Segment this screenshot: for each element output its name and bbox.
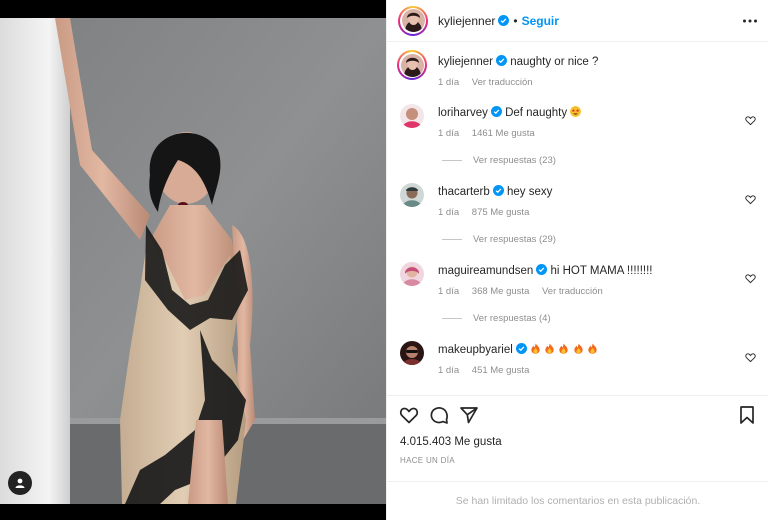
author-username[interactable]: kyliejenner <box>438 14 495 28</box>
like-comment-heart-icon[interactable] <box>745 352 756 363</box>
comment-time[interactable]: 1 día <box>438 365 459 376</box>
view-replies-label: Ver respuestas (4) <box>473 313 551 324</box>
post-header: kyliejenner • Seguir <box>387 0 768 42</box>
verified-badge-icon <box>536 264 548 275</box>
caption-author-avatar[interactable] <box>397 50 427 80</box>
verified-badge-icon <box>492 185 504 196</box>
comment-time[interactable]: 1 día <box>438 286 459 297</box>
like-comment-heart-icon[interactable] <box>745 194 756 205</box>
comment-bubble-icon[interactable] <box>429 405 449 425</box>
verified-badge-icon <box>515 343 527 354</box>
comment-time[interactable]: 1 día <box>438 128 459 139</box>
fire-emoji-icon <box>588 343 597 354</box>
comment-likes[interactable]: 1461 Me gusta <box>472 128 535 139</box>
replies-divider <box>442 239 462 240</box>
save-bookmark-icon[interactable] <box>737 405 757 425</box>
comment-avatar[interactable] <box>400 262 424 286</box>
like-comment-heart-icon[interactable] <box>745 115 756 126</box>
comments-limited-text: Se han limitado los comentarios en esta … <box>455 495 701 507</box>
post-likes-count[interactable]: 4.015.403 Me gusta <box>400 436 502 448</box>
comment-time[interactable]: 1 día <box>438 207 459 218</box>
post-photo[interactable] <box>0 0 386 520</box>
verified-badge-icon <box>495 55 507 66</box>
replies-divider <box>442 318 462 319</box>
comment-username[interactable]: maguireamundsen <box>438 265 533 277</box>
comment-text: Def naughty <box>505 107 568 119</box>
comment-username[interactable]: loriharvey <box>438 107 488 119</box>
view-replies-link[interactable]: Ver respuestas (29) <box>442 234 556 245</box>
comment-username[interactable]: thacarterb <box>438 186 490 198</box>
author-avatar[interactable] <box>398 5 428 36</box>
fire-emoji-row <box>530 343 598 356</box>
post-side-panel: kyliejenner • Seguir kyliejenner naughty… <box>386 0 768 520</box>
like-heart-icon[interactable] <box>399 405 419 425</box>
fire-emoji-icon <box>545 343 554 354</box>
comments-list[interactable]: kyliejenner naughty or nice ? 1 día Ver … <box>387 43 768 395</box>
caption-username[interactable]: kyliejenner <box>438 56 493 68</box>
post-actions: 4.015.403 Me gusta HACE UN DÍA <box>387 395 768 481</box>
instagram-post: kyliejenner • Seguir kyliejenner naughty… <box>0 0 768 520</box>
comment-avatar[interactable] <box>400 341 424 365</box>
comments-limited-notice: Se han limitado los comentarios en esta … <box>387 481 768 520</box>
author-avatar-image <box>401 9 425 32</box>
view-replies-link[interactable]: Ver respuestas (4) <box>442 313 551 324</box>
replies-divider <box>442 160 462 161</box>
share-send-icon[interactable] <box>459 405 479 425</box>
comment-translate-link[interactable]: Ver traducción <box>542 286 603 297</box>
comment-likes[interactable]: 875 Me gusta <box>472 207 530 218</box>
view-replies-label: Ver respuestas (29) <box>473 234 556 245</box>
like-comment-heart-icon[interactable] <box>745 273 756 284</box>
fire-emoji-icon <box>531 343 540 354</box>
view-replies-link[interactable]: Ver respuestas (23) <box>442 155 556 166</box>
caption-translate-link[interactable]: Ver traducción <box>472 77 533 88</box>
comment-likes[interactable]: 368 Me gusta <box>472 286 530 297</box>
fire-emoji-icon <box>573 343 583 354</box>
comment-text: hi HOT MAMA !!!!!!!! <box>550 265 653 277</box>
comment-text: hey sexy <box>506 186 553 198</box>
header-separator: • <box>513 13 518 28</box>
view-replies-label: Ver respuestas (23) <box>473 155 556 166</box>
tagged-users-button[interactable] <box>8 471 32 495</box>
post-image <box>0 0 386 520</box>
star-struck-emoji-icon <box>570 106 582 117</box>
caption-time[interactable]: 1 día <box>438 77 459 88</box>
comment-username[interactable]: makeupbyariel <box>438 344 513 356</box>
comment-avatar[interactable] <box>400 183 424 207</box>
comment-likes[interactable]: 451 Me gusta <box>472 365 530 376</box>
user-icon <box>15 478 25 488</box>
post-timestamp[interactable]: HACE UN DÍA <box>400 456 455 465</box>
more-options-icon[interactable] <box>741 12 759 30</box>
follow-button[interactable]: Seguir <box>522 14 559 28</box>
comment-avatar[interactable] <box>400 104 424 128</box>
caption-text: naughty or nice ? <box>510 56 599 68</box>
verified-badge-icon <box>498 15 510 26</box>
verified-badge-icon <box>490 106 502 117</box>
caption-avatar-image <box>400 53 424 77</box>
fire-emoji-icon <box>559 343 569 354</box>
